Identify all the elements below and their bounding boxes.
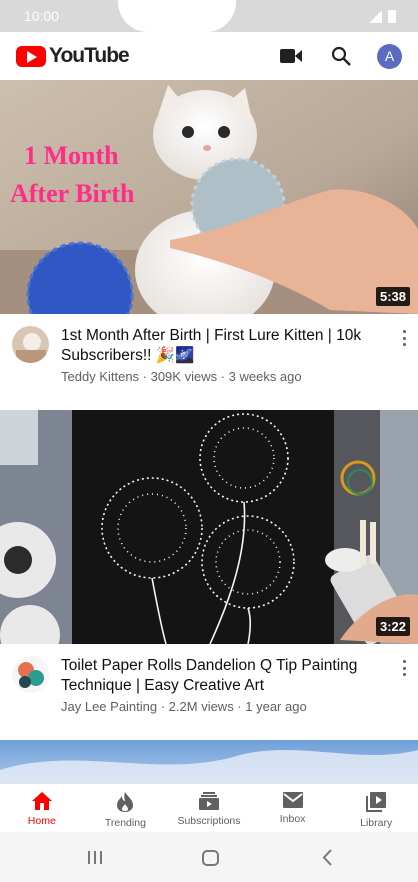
channel-avatar[interactable]	[12, 656, 49, 693]
video-duration: 3:22	[375, 617, 410, 636]
system-navigation-bar	[0, 832, 418, 882]
mail-icon	[282, 792, 303, 808]
video-thumbnail[interactable]	[0, 740, 418, 783]
library-icon	[366, 792, 387, 812]
app-header: YouTube A	[0, 32, 418, 80]
nav-label: Inbox	[279, 813, 306, 825]
video-subline: Jay Lee Painting · 2.2M views · 1 year a…	[61, 699, 307, 714]
back-icon[interactable]	[322, 849, 332, 866]
thumbnail-text-line-2: After Birth	[10, 179, 135, 208]
video-camera-icon[interactable]	[279, 44, 303, 68]
battery-icon	[388, 10, 396, 23]
camera-notch	[118, 0, 236, 32]
video-title[interactable]: Toilet Paper Rolls Dandelion Q Tip Paint…	[61, 656, 379, 696]
bottom-navigation: Home Trending Subscriptions Inbox Librar…	[0, 783, 418, 832]
status-icons	[368, 10, 396, 23]
channel-avatar[interactable]	[12, 326, 49, 363]
flame-icon	[117, 792, 134, 812]
video-subline: Teddy Kittens · 309K views · 3 weeks ago	[61, 369, 302, 384]
nav-library[interactable]: Library	[334, 784, 418, 832]
nav-subscriptions[interactable]: Subscriptions	[167, 784, 251, 832]
search-icon[interactable]	[329, 44, 353, 68]
home-icon	[31, 792, 52, 810]
home-button-icon[interactable]	[202, 850, 219, 866]
nav-label: Library	[360, 817, 393, 829]
dandelion-thumbnail-image	[0, 410, 418, 644]
video-thumbnail[interactable]: 1 Month After Birth 5:38	[0, 80, 418, 314]
account-avatar[interactable]: A	[377, 43, 402, 69]
signal-icon	[368, 11, 382, 23]
thumbnail-text-line-1: 1 Month	[24, 141, 119, 170]
youtube-logo[interactable]: YouTube	[16, 44, 130, 68]
recent-apps-icon[interactable]	[88, 851, 102, 864]
nav-home[interactable]: Home	[0, 784, 84, 832]
status-bar: 10:00	[0, 0, 418, 32]
nav-label: Subscriptions	[177, 815, 241, 827]
status-time: 10:00	[24, 8, 60, 24]
nav-trending[interactable]: Trending	[84, 784, 168, 832]
video-meta: Toilet Paper Rolls Dandelion Q Tip Paint…	[0, 648, 418, 738]
video-thumbnail[interactable]: 3:22	[0, 410, 418, 644]
nav-label: Home	[27, 815, 56, 827]
sky-thumbnail-image	[0, 740, 418, 783]
nav-label: Trending	[104, 817, 146, 829]
video-title[interactable]: 1st Month After Birth | First Lure Kitte…	[61, 326, 379, 366]
more-options-icon[interactable]	[402, 330, 406, 346]
nav-inbox[interactable]: Inbox	[251, 784, 335, 832]
video-duration: 5:38	[375, 287, 410, 306]
more-options-icon[interactable]	[402, 660, 406, 676]
youtube-play-icon	[16, 45, 46, 67]
kitten-thumbnail-image: 1 Month After Birth	[0, 80, 418, 314]
logo-text: YouTube	[49, 44, 130, 67]
subscriptions-icon	[198, 792, 219, 810]
video-meta: 1st Month After Birth | First Lure Kitte…	[0, 318, 418, 408]
